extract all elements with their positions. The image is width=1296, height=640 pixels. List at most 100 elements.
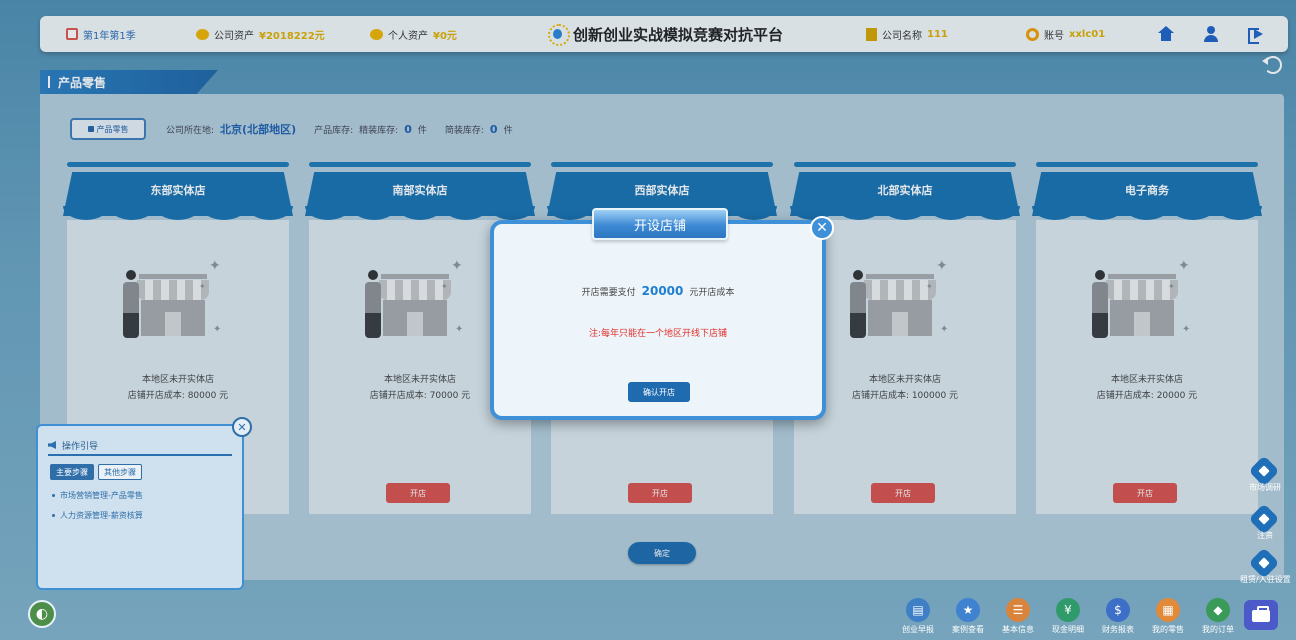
store-card-north: 北部实体店 ✦ ✦ ✦ 本地区未开实体店 店铺开店成本: 100000 元 开店 xyxy=(790,162,1040,514)
cash-icon: ¥ xyxy=(1056,598,1080,622)
location-label: 公司所在地: xyxy=(166,125,215,136)
retail-icon xyxy=(87,126,94,132)
newspaper-icon: ▤ xyxy=(906,598,930,622)
user-icon[interactable] xyxy=(1203,26,1219,42)
tab-main-steps[interactable]: 主要步骤 xyxy=(50,464,94,480)
dock-label: 我的订单 xyxy=(1202,625,1234,634)
store-cost: 店铺开店成本: 80000 元 xyxy=(127,391,229,401)
retail-tab-button[interactable]: 产品零售 xyxy=(70,118,146,140)
tab-other-steps[interactable]: 其他步骤 xyxy=(98,464,142,480)
open-store-button[interactable]: 开店 xyxy=(386,483,450,503)
dock-daily-news[interactable]: ▤ 创业早报 xyxy=(893,598,943,638)
modal-cost-line: 开店需要支付 20000 元开店成本 xyxy=(494,284,822,298)
confirm-open-store-button[interactable]: 确认开店 xyxy=(628,382,690,402)
dock-basic-info[interactable]: ☰ 基本信息 xyxy=(993,598,1043,638)
dock-label: 创业早报 xyxy=(902,625,934,634)
storefront-illustration: ✦ ✦ ✦ xyxy=(359,258,469,348)
section-title: 产品零售 xyxy=(40,70,218,94)
lease-settings-tool[interactable]: 租赁/入驻设置 xyxy=(1240,547,1291,588)
close-icon[interactable]: ✕ xyxy=(232,417,252,437)
store-cost: 店铺开店成本: 20000 元 xyxy=(1096,391,1198,401)
store-status: 本地区未开实体店 xyxy=(141,375,214,385)
company-name: 公司名称 111 xyxy=(866,16,948,52)
info-icon: ☰ xyxy=(1006,598,1030,622)
building-icon xyxy=(866,27,877,41)
home-icon[interactable] xyxy=(1158,26,1174,42)
account-label: 账号 xyxy=(1044,30,1064,42)
capital-injection-tool[interactable]: 注资 xyxy=(1240,503,1290,544)
account-value: xxlc01 xyxy=(1069,28,1106,40)
store-status: 本地区未开实体店 xyxy=(868,375,941,385)
tool-label: 租赁/入驻设置 xyxy=(1240,575,1291,584)
guide-title: 操作引导 xyxy=(62,441,99,452)
calendar-icon xyxy=(66,28,78,40)
store-status: 本地区未开实体店 xyxy=(1110,375,1183,385)
market-research-tool[interactable]: 市场调研 xyxy=(1240,455,1290,496)
store-body: ✦ ✦ ✦ 本地区未开实体店 店铺开店成本: 100000 元 开店 xyxy=(794,220,1016,514)
store-bar xyxy=(67,162,289,167)
section-title-text: 产品零售 xyxy=(58,75,107,90)
dock-label: 基本信息 xyxy=(1002,625,1034,634)
globe-icon[interactable]: ◐ xyxy=(28,600,56,628)
account: 账号 xxlc01 xyxy=(1026,16,1105,52)
awning-scallop xyxy=(1032,206,1262,220)
guide-item[interactable]: 人力资源管理-薪资核算 xyxy=(52,510,143,521)
storefront-illustration: ✦ ✦ ✦ xyxy=(1086,258,1196,348)
store-bar xyxy=(1036,162,1258,167)
store-bar xyxy=(794,162,1016,167)
store-body: ✦ ✦ ✦ 本地区未开实体店 店铺开店成本: 20000 元 开店 xyxy=(1036,220,1258,514)
tag-icon: ◆ xyxy=(1206,598,1230,622)
modal-cost-value: 20000 xyxy=(641,284,684,298)
simple-stock-value: 0 xyxy=(489,122,498,136)
store-bar xyxy=(551,162,773,167)
awning-scallop xyxy=(63,206,293,220)
stock-unit: 件 xyxy=(503,125,513,136)
awning-scallop xyxy=(305,206,535,220)
dock-financial-report[interactable]: $ 财务报表 xyxy=(1093,598,1143,638)
close-icon[interactable]: ✕ xyxy=(810,216,834,240)
guide-tabs: 主要步骤 其他步骤 xyxy=(50,464,142,480)
app-title-group: 创新创业实战模拟竞赛对抗平台 xyxy=(546,16,783,52)
modal-text-before: 开店需要支付 xyxy=(581,288,636,298)
modal-title: 开设店铺 xyxy=(592,208,728,240)
lightbulb-icon xyxy=(546,23,570,46)
stock-unit: 件 xyxy=(417,125,427,136)
open-store-button[interactable]: 开店 xyxy=(1113,483,1177,503)
app-title: 创新创业实战模拟竞赛对抗平台 xyxy=(573,25,784,44)
storefront-illustration: ✦ ✦ ✦ xyxy=(117,258,227,348)
dock-my-retail[interactable]: ▦ 我的零售 xyxy=(1143,598,1193,638)
briefcase-icon[interactable] xyxy=(1244,600,1278,630)
retail-tab-label: 产品零售 xyxy=(96,124,129,134)
coins-icon xyxy=(196,28,209,40)
open-store-button[interactable]: 开店 xyxy=(628,483,692,503)
tool-label: 市场调研 xyxy=(1249,483,1281,492)
open-store-modal: 开设店铺 ✕ 开店需要支付 20000 元开店成本 注:每年只能在一个地区开线下店铺… xyxy=(490,208,834,420)
top-bar: 第1年第1季 公司资产 ¥2018222元 个人资产 ¥0元 创新创业实战模拟竞… xyxy=(40,16,1288,52)
modal-text-after: 元开店成本 xyxy=(689,288,735,298)
logout-icon[interactable] xyxy=(1248,26,1264,44)
personal-assets-label: 个人资产 xyxy=(388,30,428,42)
store-bar xyxy=(309,162,531,167)
company-name-value: 111 xyxy=(927,28,948,40)
info-row: 产品零售 公司所在地: 北京(北部地区) 产品库存: 精装库存: 0 件 简装库… xyxy=(70,118,513,140)
dock-cash-details[interactable]: ¥ 现金明细 xyxy=(1043,598,1093,638)
fine-stock-label: 精装库存: xyxy=(359,125,399,136)
dock-label: 案例查看 xyxy=(952,625,984,634)
guide-item[interactable]: 市场营销管理-产品零售 xyxy=(52,490,143,501)
guide-header: 操作引导 xyxy=(48,436,232,456)
fine-stock-value: 0 xyxy=(404,122,412,136)
account-icon xyxy=(1026,27,1039,41)
dock-my-orders[interactable]: ◆ 我的订单 xyxy=(1193,598,1243,638)
dock-case-view[interactable]: ★ 案例查看 xyxy=(943,598,993,638)
personal-assets: 个人资产 ¥0元 xyxy=(370,16,457,52)
simple-stock-label: 简装库存: xyxy=(444,125,484,136)
open-store-button[interactable]: 开店 xyxy=(871,483,935,503)
season-indicator: 第1年第1季 xyxy=(66,16,136,52)
dock-label: 我的零售 xyxy=(1152,625,1184,634)
dock-label: 财务报表 xyxy=(1102,625,1134,634)
season-text: 第1年第1季 xyxy=(83,30,136,42)
tool-label: 注资 xyxy=(1257,531,1273,540)
confirm-button[interactable]: 确定 xyxy=(628,542,696,564)
back-icon[interactable] xyxy=(1262,56,1282,74)
company-name-label: 公司名称 xyxy=(882,30,922,42)
